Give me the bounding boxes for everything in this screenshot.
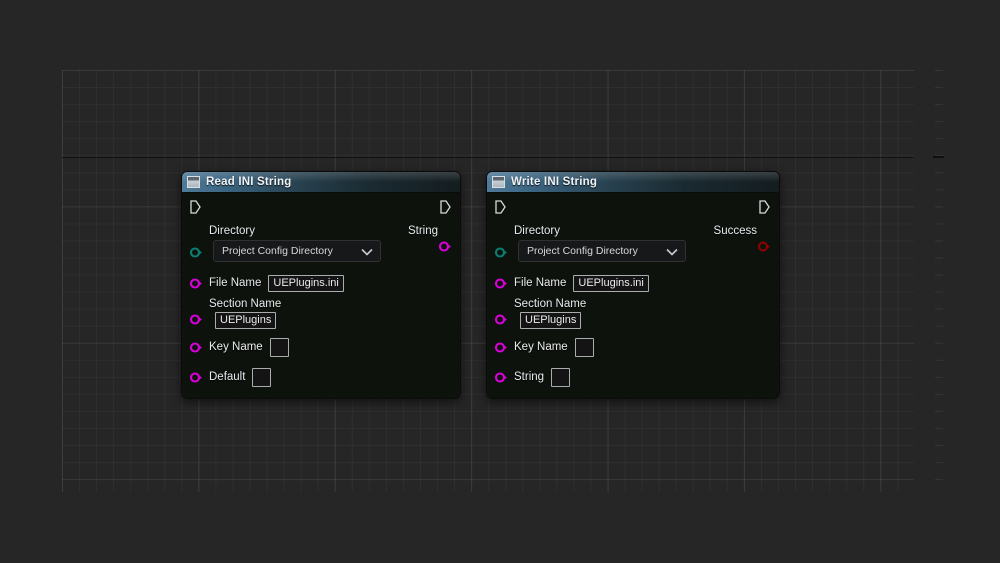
file-name-field[interactable]: UEPlugins.ini — [268, 274, 344, 292]
key-name-field[interactable] — [574, 337, 594, 357]
directory-input-pin[interactable] — [495, 247, 508, 258]
node-write-ini-string[interactable]: Write INI String Directory Success Proje… — [486, 171, 780, 399]
window-icon — [187, 176, 200, 188]
directory-combo-value: Project Config Directory — [527, 245, 638, 257]
section-name-value: UEPlugins — [525, 314, 577, 326]
file-name-value: UEPlugins.ini — [273, 277, 339, 289]
graph-grid-tick-column — [935, 70, 943, 492]
default-label: Default — [209, 371, 246, 383]
node-read-ini-string[interactable]: Read INI String Directory String Project… — [181, 171, 461, 399]
exec-out-pin[interactable] — [759, 200, 770, 214]
directory-label: Directory — [209, 225, 256, 237]
output-success-pin[interactable] — [758, 241, 771, 252]
directory-combo-box[interactable]: Project Config Directory — [518, 240, 686, 262]
directory-combo-value: Project Config Directory — [222, 245, 333, 257]
node-body: Directory String Project Config Director… — [182, 193, 460, 398]
key-name-label: Key Name — [514, 341, 568, 353]
section-name-input-pin[interactable] — [495, 314, 508, 325]
file-name-label: File Name — [514, 277, 567, 289]
section-name-input-pin[interactable] — [190, 314, 203, 325]
node-title: Write INI String — [511, 176, 598, 188]
default-input-pin[interactable] — [190, 372, 203, 383]
graph-grid-tick-origin — [933, 156, 944, 158]
file-name-label: File Name — [209, 277, 262, 289]
exec-in-pin[interactable] — [495, 200, 506, 214]
directory-label: Directory — [514, 225, 561, 237]
blueprint-graph-canvas[interactable]: Read INI String Directory String Project… — [0, 0, 1000, 563]
input-row-key-name: Key Name — [182, 332, 460, 362]
input-row-default: Default — [182, 362, 460, 392]
node-header[interactable]: Write INI String — [487, 172, 779, 193]
directory-combo-box[interactable]: Project Config Directory — [213, 240, 381, 262]
input-row-section-name: Section Name UEPlugins — [182, 296, 460, 332]
key-name-label: Key Name — [209, 341, 263, 353]
directory-input-pin[interactable] — [190, 247, 203, 258]
output-string-label: String — [407, 225, 438, 237]
graph-origin-axis-horizontal — [62, 157, 913, 158]
section-name-field[interactable]: UEPlugins — [520, 311, 582, 329]
directory-block: Directory String Project Config Director… — [182, 221, 460, 270]
input-row-string: String — [487, 362, 779, 392]
file-name-value: UEPlugins.ini — [578, 277, 644, 289]
file-name-field[interactable]: UEPlugins.ini — [573, 274, 649, 292]
input-row-file-name: File Name UEPlugins.ini — [487, 270, 779, 296]
section-name-label: Section Name — [514, 298, 587, 310]
string-field[interactable] — [551, 367, 571, 387]
exec-pin-row — [182, 193, 460, 221]
section-name-value: UEPlugins — [220, 314, 272, 326]
file-name-input-pin[interactable] — [495, 278, 508, 289]
key-name-input-pin[interactable] — [495, 342, 508, 353]
section-name-field[interactable]: UEPlugins — [215, 311, 277, 329]
input-row-key-name: Key Name — [487, 332, 779, 362]
output-string-pin[interactable] — [439, 241, 452, 252]
window-icon — [492, 176, 505, 188]
directory-block: Directory Success Project Config Directo… — [487, 221, 779, 270]
input-row-file-name: File Name UEPlugins.ini — [182, 270, 460, 296]
exec-out-pin[interactable] — [440, 200, 451, 214]
exec-pin-row — [487, 193, 779, 221]
key-name-field[interactable] — [269, 337, 289, 357]
input-row-section-name: Section Name UEPlugins — [487, 296, 779, 332]
node-title: Read INI String — [206, 176, 292, 188]
string-label: String — [514, 371, 545, 383]
string-input-pin[interactable] — [495, 372, 508, 383]
section-name-label: Section Name — [209, 298, 282, 310]
file-name-input-pin[interactable] — [190, 278, 203, 289]
chevron-down-icon — [361, 248, 373, 256]
key-name-input-pin[interactable] — [190, 342, 203, 353]
output-success-label: Success — [713, 225, 757, 237]
node-body: Directory Success Project Config Directo… — [487, 193, 779, 398]
exec-in-pin[interactable] — [190, 200, 201, 214]
default-field[interactable] — [252, 367, 272, 387]
chevron-down-icon — [666, 248, 678, 256]
node-header[interactable]: Read INI String — [182, 172, 460, 193]
